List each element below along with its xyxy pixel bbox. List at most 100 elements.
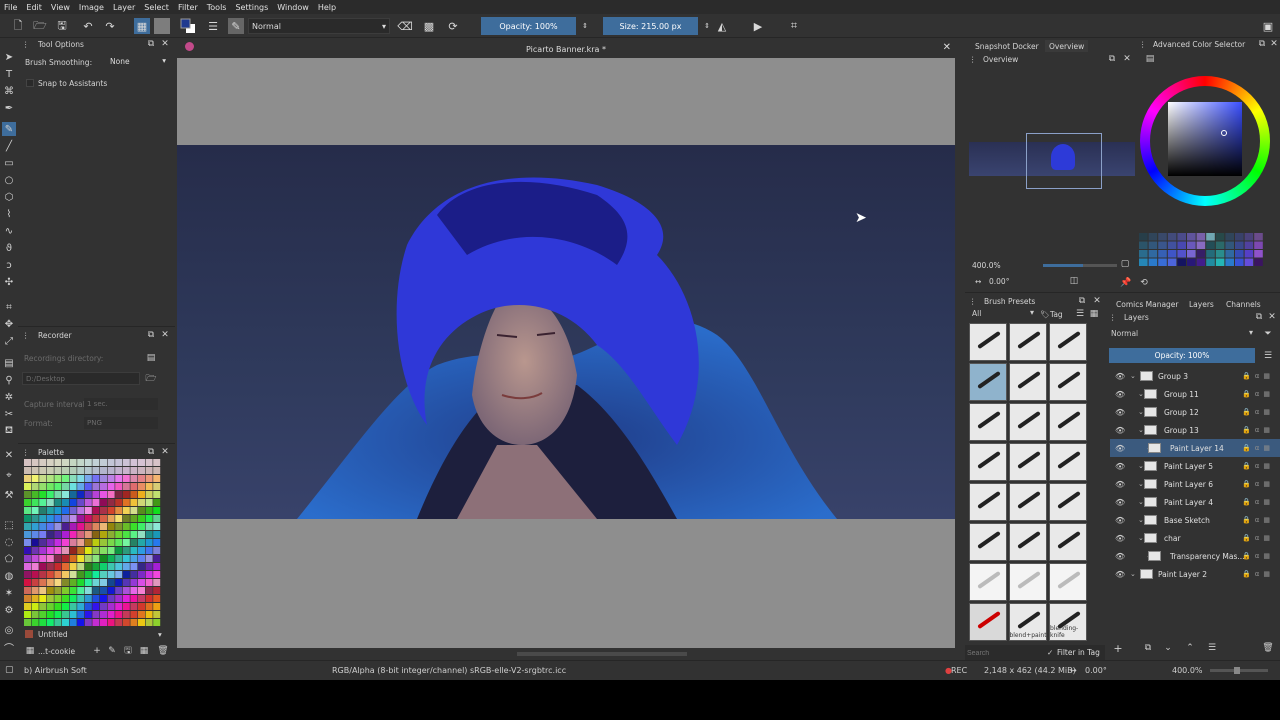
opacity-spin-icon[interactable]: ⇕ <box>577 18 593 34</box>
ellipse-select-icon[interactable]: ◌ <box>2 535 16 549</box>
brush-preset[interactable] <box>1049 363 1087 401</box>
edit-icon[interactable]: ✎ <box>107 646 117 656</box>
similar-select-icon[interactable]: ⚙ <box>2 603 16 617</box>
visibility-icon[interactable]: 👁 <box>1115 462 1125 471</box>
rotation-value[interactable]: 0.00° <box>989 275 1009 287</box>
line-tool-icon[interactable]: ╱ <box>2 139 16 153</box>
layer-lock-alpha-icons[interactable]: 🔒α▦ <box>1242 426 1274 434</box>
select-shapes-icon[interactable]: ➤ <box>2 50 16 64</box>
expand-icon[interactable]: ⌄ <box>1138 462 1144 470</box>
visibility-icon[interactable]: 👁 <box>1115 408 1125 417</box>
close-icon[interactable]: ✕ <box>160 330 170 340</box>
status-zoom-handle[interactable] <box>1234 667 1240 674</box>
folder-icon[interactable]: 🗁 <box>145 374 156 384</box>
bezier-select-icon[interactable]: ◎ <box>2 623 16 637</box>
visibility-icon[interactable]: 👁 <box>1115 552 1125 561</box>
pattern-icon[interactable] <box>154 18 170 34</box>
float-icon[interactable]: ⧉ <box>1077 296 1087 306</box>
format-select[interactable]: PNG <box>84 417 158 429</box>
visibility-icon[interactable]: 👁 <box>1115 498 1125 507</box>
transform-tool-icon[interactable]: ⤢ <box>2 334 16 348</box>
brush-settings-icon[interactable]: ☰ <box>205 18 221 34</box>
expand-icon[interactable]: ⌄ <box>1138 390 1144 398</box>
brush-preset[interactable] <box>1049 443 1087 481</box>
layer-blend-select[interactable]: Normal ▾ <box>1109 328 1255 340</box>
refresh-icon[interactable]: ⟲ <box>1139 278 1149 288</box>
list-view-icon[interactable]: ☰ <box>1075 309 1085 319</box>
brush-preview-icon[interactable]: ▢ <box>5 665 14 675</box>
visibility-icon[interactable]: 👁 <box>1115 372 1125 381</box>
expand-icon[interactable]: ⌄ <box>1130 570 1136 578</box>
close-icon[interactable]: ✕ <box>1122 54 1132 64</box>
expand-icon[interactable]: ⌄ <box>1130 372 1136 380</box>
mirror-vertical-icon[interactable]: ▶ <box>750 18 766 34</box>
assistant-tool-icon[interactable]: ✂ <box>2 407 16 421</box>
layer-lock-alpha-icons[interactable]: 🔒α▦ <box>1242 444 1274 452</box>
layer-lock-alpha-icons[interactable]: 🔒α▦ <box>1242 390 1274 398</box>
close-icon[interactable]: ✕ <box>1092 296 1102 306</box>
brush-preset[interactable] <box>1049 563 1087 601</box>
menu-filter[interactable]: Filter <box>178 3 198 12</box>
layer-row[interactable]: 👁 ⌄ Base Sketch 🔒α▦ <box>1110 511 1280 529</box>
menu-edit[interactable]: Edit <box>26 3 42 12</box>
chevron-down-icon[interactable]: ▾ <box>158 628 162 640</box>
menu-window[interactable]: Window <box>277 3 309 12</box>
painting-canvas[interactable] <box>177 145 955 519</box>
expand-icon[interactable]: ⌄ <box>1138 426 1144 434</box>
brush-smoothing-select[interactable]: None ▾ <box>108 56 168 68</box>
brush-preset[interactable] <box>1009 403 1047 441</box>
color-history-swatches[interactable] <box>1139 233 1267 269</box>
tool-options-drag-icon[interactable]: ⋮ <box>22 38 30 50</box>
menu-help[interactable]: Help <box>318 3 336 12</box>
move-down-icon[interactable]: ⌄ <box>1163 643 1173 653</box>
layer-menu-icon[interactable]: ☰ <box>1263 351 1273 361</box>
settings-icon[interactable]: ▤ <box>146 353 156 363</box>
layer-row[interactable]: 👁 ⌄ Group 13 🔒α▦ <box>1110 421 1280 439</box>
text-tool-icon[interactable]: T <box>2 67 16 81</box>
menu-settings[interactable]: Settings <box>235 3 268 12</box>
tab-layers[interactable]: Layers <box>1189 298 1214 310</box>
scrollbar-thumb[interactable] <box>517 652 687 656</box>
ellipse-tool-icon[interactable]: ○ <box>2 173 16 187</box>
float-icon[interactable]: ⧉ <box>1107 54 1117 64</box>
drag-icon[interactable]: ⋮ <box>22 446 30 458</box>
layer-lock-alpha-icons[interactable]: 🔒α▦ <box>1242 534 1274 542</box>
layer-lock-alpha-icons[interactable]: 🔒α▦ <box>1242 552 1274 560</box>
workspace-icon[interactable]: ▣ <box>1260 18 1276 34</box>
pin-icon[interactable]: 📌 <box>1120 278 1131 288</box>
wrap-around-icon[interactable]: ⌗ <box>786 18 802 34</box>
layer-row[interactable]: 👁 ⌄ char 🔒α▦ <box>1110 529 1280 547</box>
reference-tool-icon[interactable]: ⌖ <box>2 468 16 482</box>
float-icon[interactable]: ⧉ <box>146 39 156 49</box>
float-icon[interactable]: ⧉ <box>146 447 156 457</box>
brush-preset[interactable] <box>1009 563 1047 601</box>
tag-icon[interactable]: 🏷 <box>1040 308 1050 320</box>
tab-snapshot-docker[interactable]: Snapshot Docker <box>975 40 1039 52</box>
contiguous-select-icon[interactable]: ✶ <box>2 586 16 600</box>
layer-lock-alpha-icons[interactable]: 🔒α▦ <box>1242 570 1274 578</box>
layer-lock-alpha-icons[interactable]: 🔒α▦ <box>1242 408 1274 416</box>
new-document-icon[interactable]: 🗋 <box>10 18 26 34</box>
layer-row[interactable]: 👁 ⌄ Group 3 🔒α▦ <box>1110 367 1280 385</box>
document-tab[interactable]: Picarto Banner.kra * ✕ <box>177 40 955 58</box>
visibility-icon[interactable]: 👁 <box>1115 570 1125 579</box>
layer-row[interactable]: 👁 ⌄ Group 11 🔒α▦ <box>1110 385 1280 403</box>
layer-row[interactable]: 👁⌄Paint Layer 14🔒α▦ <box>1110 439 1280 457</box>
expand-icon[interactable]: ⌄ <box>1138 516 1144 524</box>
brush-preset[interactable] <box>969 603 1007 641</box>
zoom-value[interactable]: 400.0% <box>972 259 1001 271</box>
layer-lock-alpha-icons[interactable]: 🔒α▦ <box>1242 516 1274 524</box>
menu-tools[interactable]: Tools <box>207 3 227 12</box>
interval-field[interactable]: 1 sec. <box>84 398 158 410</box>
visibility-icon[interactable]: 👁 <box>1115 534 1125 543</box>
expand-icon[interactable]: ⌄ <box>1138 498 1144 506</box>
eraser-icon[interactable]: ⌫ <box>397 18 413 34</box>
visibility-icon[interactable]: 👁 <box>1115 390 1125 399</box>
menu-select[interactable]: Select <box>144 3 169 12</box>
layer-lock-alpha-icons[interactable]: 🔒α▦ <box>1242 372 1274 380</box>
close-icon[interactable]: ✕ <box>1267 312 1277 322</box>
layer-lock-alpha-icons[interactable]: 🔒α▦ <box>1242 462 1274 470</box>
brush-preset[interactable] <box>1009 363 1047 401</box>
brush-preset[interactable] <box>1049 403 1087 441</box>
brush-preset[interactable] <box>1049 523 1087 561</box>
